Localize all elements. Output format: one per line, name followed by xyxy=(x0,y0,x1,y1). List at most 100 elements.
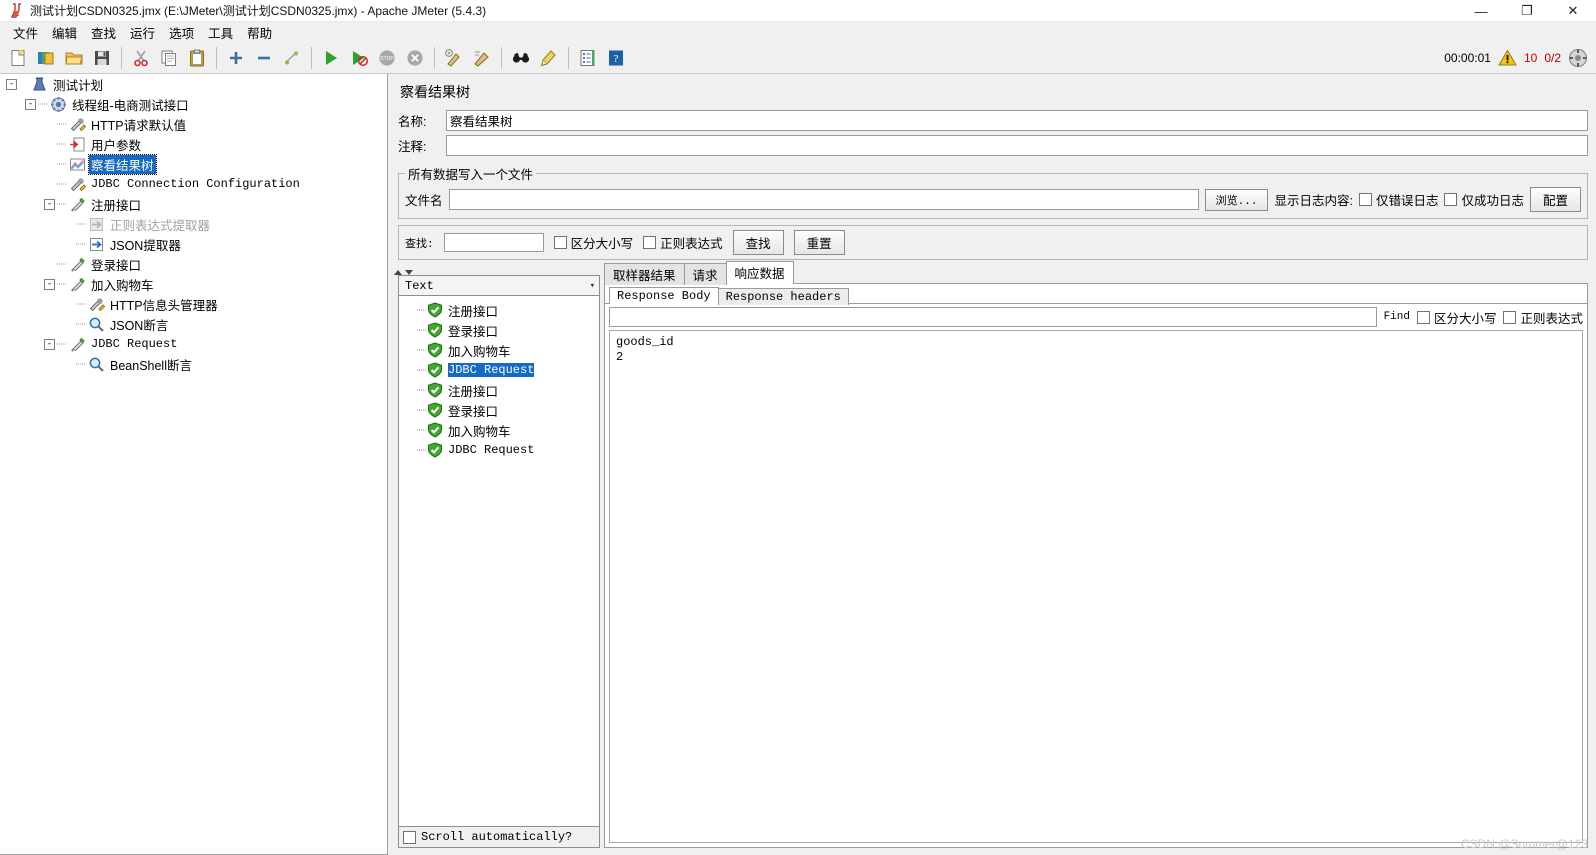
tree-expand-toggle[interactable]: - xyxy=(44,198,55,210)
resize-icon[interactable] xyxy=(1568,48,1588,68)
tree-expand-toggle[interactable]: - xyxy=(25,98,36,110)
split-collapse-arrows[interactable] xyxy=(393,264,413,275)
reset-search-icon[interactable] xyxy=(536,45,562,71)
tab-2[interactable]: 响应数据 xyxy=(725,261,794,284)
list-item[interactable]: 注册接口 xyxy=(399,380,599,400)
cut-icon[interactable] xyxy=(128,45,154,71)
tree-connector xyxy=(57,194,69,214)
menu-bar: 文件 编辑 查找 运行 选项 工具 帮助 xyxy=(0,22,1596,42)
tree-node[interactable]: BeanShell断言 xyxy=(0,354,387,374)
minimize-button[interactable]: — xyxy=(1458,0,1504,22)
tree-node-spacer xyxy=(44,139,55,150)
tree-node[interactable]: 登录接口 xyxy=(0,254,387,274)
copy-icon[interactable] xyxy=(156,45,182,71)
tree-node-label: JSON提取器 xyxy=(110,238,181,253)
menu-item-2[interactable]: 查找 xyxy=(84,22,123,43)
list-item[interactable]: JDBC Request xyxy=(399,360,599,380)
chevron-down-icon: ▾ xyxy=(589,280,595,291)
tree-node[interactable]: HTTP信息头管理器 xyxy=(0,294,387,314)
paste-icon[interactable] xyxy=(184,45,210,71)
start-icon[interactable] xyxy=(318,45,344,71)
search-input[interactable] xyxy=(443,233,544,252)
tree-node[interactable]: 用户参数 xyxy=(0,134,387,154)
menu-item-1[interactable]: 编辑 xyxy=(45,22,84,43)
tree-node[interactable]: - 线程组-电商测试接口 xyxy=(0,94,387,114)
menu-item-3[interactable]: 运行 xyxy=(123,22,162,43)
list-item[interactable]: 登录接口 xyxy=(399,400,599,420)
errors-only-checkbox[interactable]: 仅错误日志 xyxy=(1358,190,1438,209)
search-icon[interactable] xyxy=(508,45,534,71)
subtab-0[interactable]: Response Body xyxy=(609,287,719,304)
tab-1[interactable]: 请求 xyxy=(683,263,727,285)
find-button[interactable]: 查找 xyxy=(732,230,784,255)
shutdown-icon[interactable] xyxy=(402,45,428,71)
configure-button[interactable]: 配置 xyxy=(1529,187,1581,212)
tree-node[interactable]: 正则表达式提取器 xyxy=(0,214,387,234)
stop-icon[interactable]: STOP xyxy=(374,45,400,71)
open-icon[interactable] xyxy=(61,45,87,71)
list-item[interactable]: 注册接口 xyxy=(399,300,599,320)
menu-item-4[interactable]: 选项 xyxy=(162,22,201,43)
maximize-button[interactable]: ❐ xyxy=(1504,0,1550,22)
find-input[interactable] xyxy=(609,307,1377,327)
list-item[interactable]: 登录接口 xyxy=(399,320,599,340)
renderer-select[interactable]: Text ▾ xyxy=(398,275,600,296)
list-item[interactable]: 加入购物车 xyxy=(399,420,599,440)
tree-node-spacer xyxy=(44,119,55,130)
search-case-checkbox[interactable]: 区分大小写 xyxy=(553,233,633,252)
save-icon[interactable] xyxy=(89,45,115,71)
filename-row: 文件名 浏览... 显示日志内容: 仅错误日志 仅成功日志 配置 xyxy=(405,187,1581,212)
post-processor-icon xyxy=(88,236,105,253)
start-no-pauses-icon[interactable] xyxy=(346,45,372,71)
new-icon[interactable] xyxy=(5,45,31,71)
tree-node[interactable]: - JDBC Request xyxy=(0,334,387,354)
tree-node[interactable]: - 测试计划 xyxy=(0,74,387,94)
name-input[interactable] xyxy=(446,110,1588,131)
menu-item-5[interactable]: 工具 xyxy=(201,22,240,43)
subtab-1[interactable]: Response headers xyxy=(717,288,849,305)
reset-button[interactable]: 重置 xyxy=(793,230,845,255)
detail-tabs[interactable]: 取样器结果 请求 响应数据 xyxy=(604,261,1588,285)
tree-node[interactable]: JSON提取器 xyxy=(0,234,387,254)
tree-connector xyxy=(76,214,88,234)
post-processor-disabled-icon xyxy=(88,216,105,233)
test-plan-tree[interactable]: - 测试计划 - 线程组-电商测试接口 HTTP请求默认值用户参数 察看结果树 JDBC C… xyxy=(0,74,388,855)
expand-icon[interactable] xyxy=(223,45,249,71)
tree-node[interactable]: - 注册接口 xyxy=(0,194,387,214)
response-body-text[interactable]: goods_id 2 xyxy=(609,330,1583,843)
find-regex-checkbox[interactable]: 正则表达式 xyxy=(1503,308,1583,327)
clear-all-icon[interactable] xyxy=(469,45,495,71)
tree-expand-toggle[interactable]: - xyxy=(6,78,17,90)
list-item[interactable]: 加入购物车 xyxy=(399,340,599,360)
tab-0[interactable]: 取样器结果 xyxy=(604,263,685,285)
menu-item-0[interactable]: 文件 xyxy=(6,22,45,43)
close-button[interactable]: ✕ xyxy=(1550,0,1596,22)
menu-item-6[interactable]: 帮助 xyxy=(240,22,279,43)
tree-expand-toggle[interactable]: - xyxy=(44,338,55,350)
comment-input[interactable] xyxy=(446,135,1588,156)
tree-node[interactable]: JDBC Connection Configuration xyxy=(0,174,387,194)
tree-node[interactable]: JSON断言 xyxy=(0,314,387,334)
templates-icon[interactable] xyxy=(33,45,59,71)
function-helper-icon[interactable] xyxy=(575,45,601,71)
success-only-checkbox[interactable]: 仅成功日志 xyxy=(1444,190,1524,209)
filename-input[interactable] xyxy=(448,189,1199,210)
collapse-icon[interactable] xyxy=(251,45,277,71)
warning-icon[interactable] xyxy=(1498,49,1517,67)
tree-node-label: 用户参数 xyxy=(91,138,142,153)
tree-node[interactable]: 察看结果树 xyxy=(0,153,387,175)
tree-node[interactable]: HTTP请求默认值 xyxy=(0,114,387,134)
toggle-icon[interactable] xyxy=(279,45,305,71)
list-item[interactable]: JDBC Request xyxy=(399,440,599,460)
sample-result-list[interactable]: 注册接口 登录接口 加入购物车 JDBC Request 注册接口 登录接口 加入购物车 JD… xyxy=(398,296,600,827)
help-icon[interactable]: ? xyxy=(603,45,629,71)
find-case-checkbox[interactable]: 区分大小写 xyxy=(1416,308,1496,327)
tree-node[interactable]: - 加入购物车 xyxy=(0,274,387,294)
search-regex-checkbox[interactable]: 正则表达式 xyxy=(643,233,723,252)
tree-expand-toggle[interactable]: - xyxy=(44,278,55,290)
tree-node-label: HTTP信息头管理器 xyxy=(110,298,218,313)
browse-button[interactable]: 浏览... xyxy=(1204,188,1269,211)
scroll-automatically-row[interactable]: Scroll automatically? xyxy=(398,827,600,848)
response-subtabs[interactable]: Response Body Response headers xyxy=(605,284,1587,305)
clear-icon[interactable] xyxy=(441,45,467,71)
